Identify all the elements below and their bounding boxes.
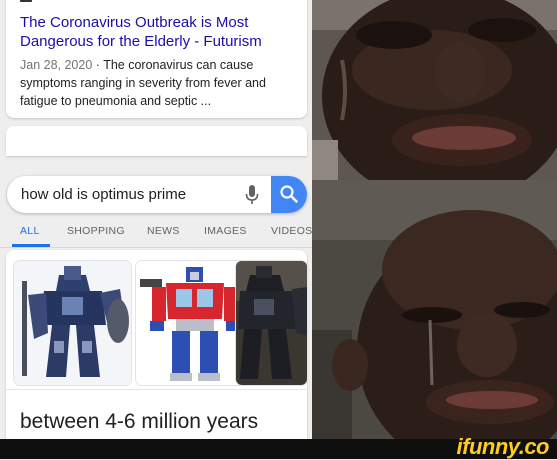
ifunny-watermark: ifunny.co xyxy=(456,434,550,459)
date-separator: · xyxy=(95,58,100,72)
search-tabs: ALL SHOPPING NEWS IMAGES VIDEOS xyxy=(0,218,312,248)
tab-images[interactable]: IMAGES xyxy=(204,225,247,237)
tab-news[interactable]: NEWS xyxy=(147,225,180,237)
tabs-divider xyxy=(0,247,312,248)
crying-man-panel xyxy=(312,0,557,439)
optimus-image-3[interactable] xyxy=(236,261,307,385)
search-icon xyxy=(280,185,298,203)
crying-face-photo-bottom xyxy=(312,180,557,439)
search-bar[interactable]: how old is optimus prime xyxy=(7,176,307,213)
featured-answer: between 4-6 million years xyxy=(20,410,259,433)
result-favicon-icon xyxy=(20,0,32,2)
crying-face-photo-top xyxy=(312,0,557,180)
next-result-card xyxy=(6,126,307,156)
tab-all[interactable]: ALL xyxy=(20,225,40,237)
answer-divider xyxy=(6,389,307,390)
result-snippet: Jan 28, 2020 · The coronavirus can cause… xyxy=(20,56,300,110)
search-result-card[interactable]: The Coronavirus Outbreak is Most Dangero… xyxy=(6,0,307,118)
search-input[interactable]: how old is optimus prime xyxy=(21,186,186,203)
result-date: Jan 28, 2020 xyxy=(20,58,93,72)
result-title-link[interactable]: The Coronavirus Outbreak is Most Dangero… xyxy=(20,13,300,51)
google-search-screenshot: The Coronavirus Outbreak is Most Dangero… xyxy=(0,0,312,439)
tab-videos[interactable]: VIDEOS xyxy=(271,225,312,237)
optimus-image-1[interactable] xyxy=(14,261,131,385)
answer-card: between 4-6 million years xyxy=(6,250,307,439)
tab-shopping[interactable]: SHOPPING xyxy=(67,225,125,237)
search-button[interactable] xyxy=(271,176,307,213)
mic-icon[interactable] xyxy=(245,185,259,205)
